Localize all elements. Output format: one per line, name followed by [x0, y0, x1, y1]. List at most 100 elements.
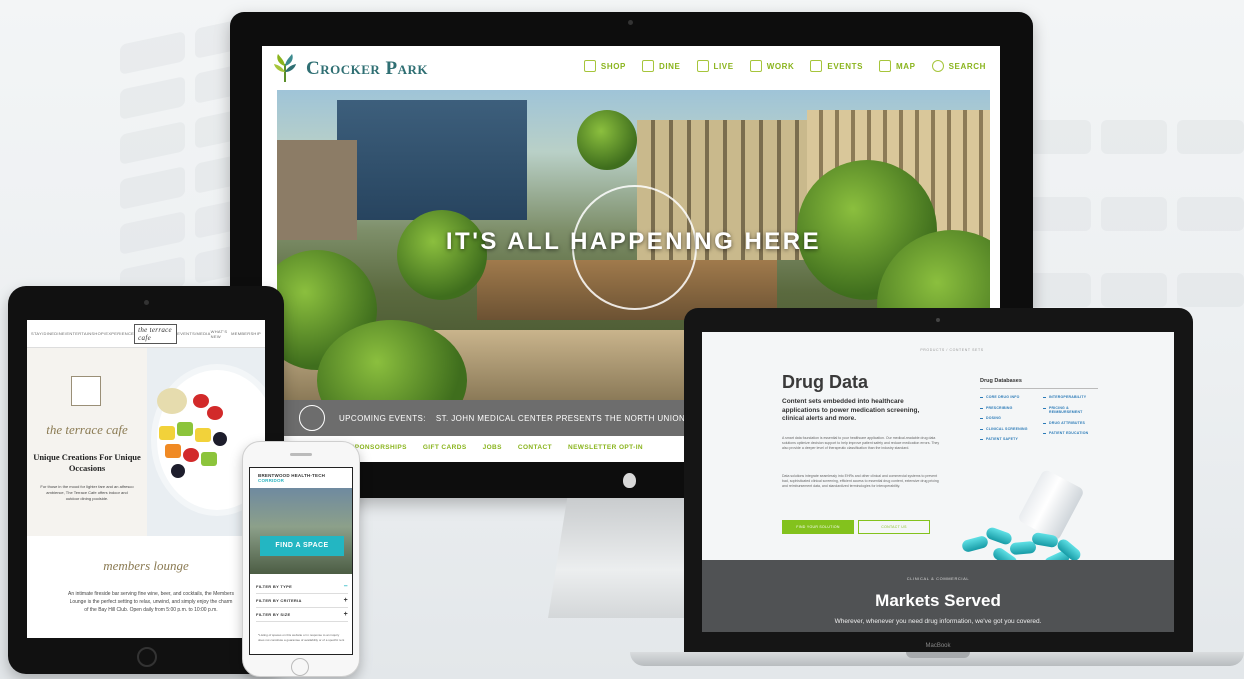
site-header: Crocker Park SHOP DINE LIVE WORK EVENTS …	[262, 46, 1000, 92]
ipad-nav-item[interactable]: EVENTS/MEDIA	[177, 331, 210, 336]
fruit	[159, 426, 175, 440]
search-icon	[931, 60, 944, 72]
ipad-home-button[interactable]	[137, 647, 157, 667]
nav-work[interactable]: WORK	[749, 60, 795, 72]
lounge-script-title: members lounge	[103, 558, 189, 573]
fruit	[165, 444, 181, 458]
filter-by-type[interactable]: FILTER BY TYPE –	[256, 580, 348, 594]
nav-label: EVENTS	[827, 61, 864, 71]
expand-icon: +	[343, 611, 348, 618]
sidebar-link[interactable]: CORE DRUG INFO	[980, 395, 1035, 400]
fruit	[207, 406, 223, 420]
fruit	[183, 448, 199, 462]
iphone-home-button[interactable]	[291, 658, 309, 676]
sidebar-link[interactable]: PATIENT SAFETY	[980, 437, 1035, 442]
find-solution-button[interactable]: FIND YOUR SOLUTION	[782, 520, 854, 534]
cafe-heading: Unique Creations For Unique Occasions	[33, 452, 141, 473]
ipad-nav-item[interactable]: MEMBERSHIP	[231, 331, 261, 336]
find-a-space-button[interactable]: FIND A SPACE	[260, 536, 344, 556]
ipad-screen: STAY/DINE DINE/ENTERTAIN SHOP/EXPERIENCE…	[27, 320, 265, 638]
calendar-icon	[810, 60, 823, 72]
sidebar-link[interactable]: PRESCRIBING	[980, 406, 1035, 411]
imac-camera	[628, 20, 633, 25]
lounge-body: An intimate fireside bar serving fine wi…	[68, 591, 234, 613]
breadcrumb[interactable]: PRODUCTS / CONTENT SETS	[862, 348, 1042, 352]
sidebar-title: Drug Databases	[980, 378, 1098, 389]
filter-by-size[interactable]: FILTER BY SIZE +	[256, 608, 348, 622]
fruit	[177, 422, 193, 436]
site-logo-text[interactable]: Crocker Park	[306, 58, 428, 80]
site-nav: SHOP DINE LIVE WORK EVENTS MAP SEARCH	[583, 60, 986, 72]
sidebar-link[interactable]: PATIENT EDUCATION	[1043, 431, 1098, 436]
page-paragraph: A smart data foundation is essential to …	[782, 436, 940, 450]
footer-link-jobs[interactable]: JOBS	[483, 444, 502, 451]
page-paragraph: Data solutions integrate seamlessly into…	[782, 474, 939, 488]
calendar-icon	[299, 405, 325, 431]
ipad-camera	[144, 300, 149, 305]
filter-label: FILTER BY SIZE	[256, 612, 291, 617]
ipad-site-logo[interactable]: the terrace cafe	[134, 323, 178, 344]
iphone-site-logo[interactable]: BRENTWOOD HEALTH-TECH CORRIDOR	[258, 473, 325, 483]
pill	[1009, 540, 1037, 556]
crocker-park-logo-icon[interactable]	[272, 52, 298, 82]
macbook-notch	[906, 652, 970, 658]
sidebar-link[interactable]: CLINICAL SCREENING	[980, 427, 1035, 432]
footer-link-contact[interactable]: CONTACT	[518, 444, 552, 451]
nav-events[interactable]: EVENTS	[810, 60, 863, 72]
monitor-icon	[749, 60, 762, 72]
sidebar-column: INTEROPERABILITY PRICING & REIMBURSEMENT…	[1043, 395, 1098, 448]
iphone-disclaimer: *Listing of spaces on this website or in…	[258, 633, 345, 642]
footer-link-gift-cards[interactable]: GIFT CARDS	[423, 444, 467, 451]
macbook-camera	[936, 318, 940, 322]
iphone-hero-image: FIND A SPACE	[250, 488, 352, 574]
hero-building	[337, 100, 527, 220]
members-lounge-section: members lounge An intimate fireside bar …	[27, 536, 265, 638]
expand-icon: +	[343, 597, 348, 604]
ipad-nav-item[interactable]: STAY/DINE	[31, 331, 54, 336]
filter-label: FILTER BY CRITERIA	[256, 598, 302, 603]
ipad-nav-item[interactable]: DINE/ENTERTAIN	[54, 331, 91, 336]
footer-link-newsletter[interactable]: NEWSLETTER OPT-IN	[568, 444, 643, 451]
filter-label: FILTER BY TYPE	[256, 584, 293, 589]
sidebar-column: CORE DRUG INFO PRESCRIBING DOSING CLINIC…	[980, 395, 1035, 448]
logo-line: CORRIDOR	[258, 478, 285, 483]
nav-dine[interactable]: DINE	[641, 60, 681, 72]
page-lead: Content sets embedded into healthcare ap…	[782, 398, 920, 422]
ipad-nav-item[interactable]: SHOP/EXPERIENCE	[91, 331, 134, 336]
cafe-body: For those in the mood for lighter fare a…	[40, 484, 134, 501]
cafe-script-title: the terrace cafe	[46, 422, 128, 437]
umbrella-icon	[71, 376, 101, 406]
nav-shop[interactable]: SHOP	[583, 60, 626, 72]
macbook-brand-label: MacBook	[925, 643, 951, 649]
sidebar-link[interactable]: DRUG ATTRIBUTES	[1043, 421, 1098, 426]
filter-by-criteria[interactable]: FILTER BY CRITERIA +	[256, 594, 348, 608]
nav-map[interactable]: MAP	[879, 60, 916, 72]
sidebar-link[interactable]: PRICING & REIMBURSEMENT	[1043, 406, 1098, 415]
site-footer-links: SPONSORSHIPS GIFT CARDS JOBS CONTACT NEW…	[350, 444, 643, 451]
pill	[960, 534, 990, 554]
bed-icon	[696, 60, 709, 72]
map-icon	[879, 60, 892, 72]
nav-live[interactable]: LIVE	[696, 60, 734, 72]
nav-search[interactable]: SEARCH	[931, 60, 986, 72]
fruit	[213, 432, 227, 446]
footer-link-sponsorships[interactable]: SPONSORSHIPS	[350, 444, 407, 451]
fruit	[193, 394, 209, 408]
macbook-screen: PRODUCTS / CONTENT SETS Drug Data Conten…	[702, 332, 1174, 632]
fruit	[157, 388, 187, 414]
events-label: UPCOMING EVENTS:	[339, 413, 426, 423]
ipad-site-nav: STAY/DINE DINE/ENTERTAIN SHOP/EXPERIENCE…	[27, 320, 265, 348]
filter-list: FILTER BY TYPE – FILTER BY CRITERIA + FILT…	[256, 580, 348, 622]
pill-bottle	[1017, 468, 1085, 542]
fruit	[201, 452, 217, 466]
sidebar-link[interactable]: DOSING	[980, 416, 1035, 421]
terrace-cafe-section: the terrace cafe Unique Creations For Un…	[27, 348, 265, 536]
markets-label: CLINICAL & COMMERCIAL	[906, 576, 970, 581]
sidebar-link[interactable]: INTEROPERABILITY	[1043, 395, 1098, 400]
hero-building	[277, 140, 357, 240]
hero-tree	[577, 110, 637, 170]
ipad-nav-item[interactable]: WHAT'S NEW	[211, 329, 231, 339]
iphone-screen: BRENTWOOD HEALTH-TECH CORRIDOR FIND A SP…	[249, 467, 353, 655]
contact-us-button[interactable]: CONTACT US	[858, 520, 930, 534]
nav-label: WORK	[766, 61, 795, 71]
